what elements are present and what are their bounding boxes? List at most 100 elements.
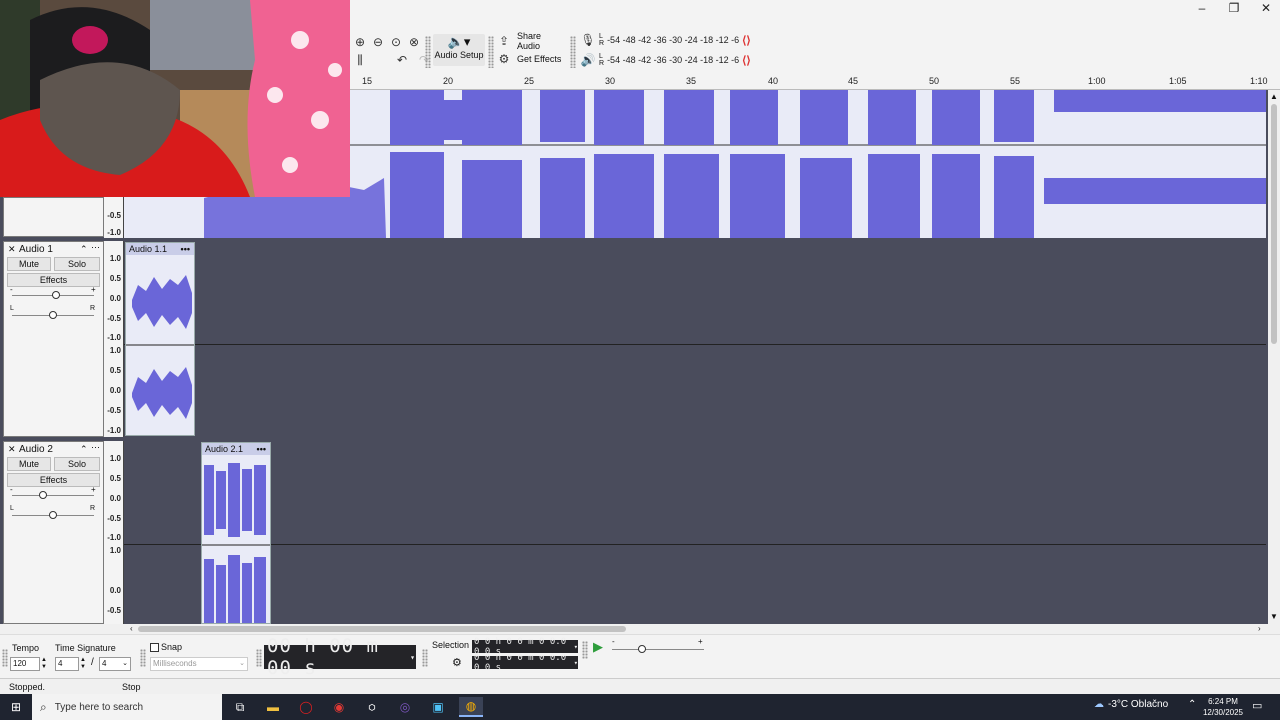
track-close-icon[interactable]: ✕ bbox=[8, 444, 16, 455]
gain-minus: - bbox=[10, 285, 13, 294]
scroll-right-icon[interactable]: › bbox=[1258, 624, 1261, 633]
channel-divider bbox=[124, 344, 1266, 345]
speed-slider-knob[interactable] bbox=[638, 645, 646, 653]
track-panel-audio-2[interactable]: ✕ Audio 2 ⌃ ⋯ Mute Solo Effects - + L R bbox=[3, 441, 104, 624]
weather-widget[interactable]: ☁ -3°C Oblačno bbox=[1094, 699, 1168, 710]
selbar-grip-4[interactable] bbox=[422, 649, 428, 667]
pan-slider-knob[interactable] bbox=[49, 511, 57, 519]
solo-button[interactable]: Solo bbox=[54, 457, 100, 471]
selection-settings-icon[interactable]: ⚙ bbox=[452, 656, 462, 669]
track-menu-icon[interactable]: ⋯ bbox=[91, 442, 100, 453]
play-at-speed-icon[interactable]: ▶ bbox=[593, 639, 603, 655]
toolbar-grip[interactable] bbox=[425, 36, 431, 68]
tempo-input[interactable]: 120 bbox=[10, 657, 40, 671]
partial-track-scale: -0.5 -1.0 bbox=[104, 197, 124, 238]
clip-header[interactable]: Audio 1.1 ••• bbox=[126, 243, 194, 255]
collapse-icon[interactable]: ⌃ bbox=[80, 244, 88, 255]
gain-minus: - bbox=[10, 485, 13, 494]
horizontal-scrollbar[interactable]: ‹ › bbox=[128, 624, 1268, 634]
share-audio-button[interactable]: ⇪ Share Audio bbox=[496, 31, 566, 51]
selbar-grip-3[interactable] bbox=[256, 649, 262, 667]
selection-end[interactable]: 0 0 h 0 0 m 0 0.0 0 0 s ▾ bbox=[472, 653, 578, 673]
gain-slider-knob[interactable] bbox=[39, 491, 47, 499]
clip-header[interactable]: Audio 2.1 ••• bbox=[202, 443, 270, 455]
pan-slider-knob[interactable] bbox=[49, 311, 57, 319]
audio-setup-button[interactable]: 🔈▾ Audio Setup bbox=[433, 34, 485, 66]
clip-audio-2-1[interactable]: Audio 2.1 ••• bbox=[201, 442, 271, 624]
tempo-stepper-icon[interactable]: ▲ ▼ bbox=[41, 657, 47, 671]
gain-slider-knob[interactable] bbox=[52, 291, 60, 299]
file-explorer-icon[interactable]: ▬ bbox=[261, 697, 285, 717]
snap-unit-select[interactable]: Milliseconds ⌄ bbox=[150, 657, 248, 671]
time-sig-stepper-icon[interactable]: ▲ ▼ bbox=[80, 657, 86, 671]
notification-icon[interactable]: ▭ bbox=[1252, 699, 1262, 712]
track-name[interactable]: Audio 2 bbox=[19, 444, 53, 455]
fit-project-icon[interactable]: ⊗ bbox=[406, 34, 422, 50]
search-placeholder: Type here to search bbox=[54, 701, 144, 713]
clip-name: Audio 2.1 bbox=[205, 444, 244, 454]
snap-unit-value: Milliseconds bbox=[153, 659, 197, 668]
clock-time: 6:24 PM bbox=[1208, 697, 1238, 706]
effects-button[interactable]: Effects bbox=[7, 273, 100, 287]
selbar-grip[interactable] bbox=[2, 649, 8, 667]
record-meter[interactable]: 🎙 L R -54 -48 -42 -36 -30 -24 -18 -12 -6… bbox=[580, 32, 760, 48]
trim-icon[interactable]: ⫼ bbox=[352, 52, 368, 68]
track-name[interactable]: Audio 1 bbox=[19, 244, 53, 255]
pan-right-label: R bbox=[90, 505, 96, 512]
get-effects-label: Get Effects bbox=[517, 53, 562, 64]
selection-start[interactable]: 0 0 h 0 0 m 0 0.0 0 0 s ▾ bbox=[472, 637, 578, 657]
zoom-in-icon[interactable]: ⊕ bbox=[352, 34, 368, 50]
clip-audio-1-1[interactable]: Audio 1.1 ••• bbox=[125, 242, 195, 436]
audacity-icon[interactable]: ◍ bbox=[459, 697, 483, 717]
time-sig-denominator[interactable]: 4 ⌄ bbox=[99, 657, 131, 671]
fit-selection-icon[interactable]: ⊙ bbox=[388, 34, 404, 50]
scale-label: -0.5 bbox=[107, 606, 121, 615]
browser-icon[interactable]: ◉ bbox=[327, 697, 351, 717]
selbar-grip-5[interactable] bbox=[582, 641, 588, 659]
horizontal-scroll-thumb[interactable] bbox=[138, 626, 626, 632]
speed-slider-track bbox=[612, 649, 704, 650]
obs-icon[interactable]: ◎ bbox=[393, 697, 417, 717]
effects-button[interactable]: Effects bbox=[7, 473, 100, 487]
effects-label: Effects bbox=[39, 475, 68, 485]
app-window-icon[interactable]: ▣ bbox=[426, 697, 450, 717]
epic-games-icon[interactable]: ⬡ bbox=[360, 697, 384, 717]
tray-expand-icon[interactable]: ⌃ bbox=[1188, 699, 1196, 710]
windows-start-icon[interactable]: ⊞ bbox=[4, 697, 28, 717]
track-close-icon[interactable]: ✕ bbox=[8, 244, 16, 255]
scale-label: -1.0 bbox=[107, 426, 121, 435]
mute-button[interactable]: Mute bbox=[7, 457, 51, 471]
playback-meter[interactable]: 🔊 L R -54 -48 -42 -36 -30 -24 -18 -12 -6… bbox=[580, 52, 760, 68]
track-panel-audio-1[interactable]: ✕ Audio 1 ⌃ ⋯ Mute Solo Effects - + L R bbox=[3, 241, 104, 437]
scroll-left-icon[interactable]: ‹ bbox=[130, 624, 133, 633]
vertical-scroll-thumb[interactable] bbox=[1271, 104, 1277, 344]
toolbar-grip-3[interactable] bbox=[570, 36, 576, 68]
clip-menu-icon[interactable]: ••• bbox=[181, 243, 190, 255]
undo-icon[interactable]: ↶ bbox=[394, 52, 410, 68]
toolbar-grip-2[interactable] bbox=[488, 36, 494, 68]
mute-button[interactable]: Mute bbox=[7, 257, 51, 271]
timeline-ruler[interactable]: 15 20 25 30 35 40 45 50 55 1:00 1:05 1:1… bbox=[350, 72, 1280, 90]
time-sig-numerator[interactable]: 4 bbox=[55, 657, 79, 671]
get-effects-button[interactable]: ⚙ Get Effects bbox=[496, 51, 566, 66]
collapse-icon[interactable]: ⌃ bbox=[80, 444, 88, 455]
snap-checkbox[interactable] bbox=[150, 643, 159, 652]
chevron-down-icon: ▾ bbox=[410, 652, 416, 662]
taskbar-clock[interactable]: 6:24 PM 12/30/2025 bbox=[1200, 696, 1246, 718]
taskbar-search[interactable]: ⌕ Type here to search bbox=[32, 694, 222, 720]
selbar-grip-2[interactable] bbox=[140, 649, 146, 667]
track-menu-icon[interactable]: ⋯ bbox=[91, 242, 100, 253]
minimize-icon[interactable]: – bbox=[1186, 0, 1218, 16]
time-display[interactable]: 00 h 00 m 00 s ▾ bbox=[264, 635, 416, 679]
vertical-scrollbar[interactable]: ▲ ▼ bbox=[1268, 90, 1280, 624]
scroll-up-icon[interactable]: ▲ bbox=[1270, 92, 1278, 101]
restore-icon[interactable]: ❐ bbox=[1218, 0, 1250, 16]
scroll-down-icon[interactable]: ▼ bbox=[1270, 612, 1278, 621]
clip-menu-icon[interactable]: ••• bbox=[257, 443, 266, 455]
zoom-out-icon[interactable]: ⊖ bbox=[370, 34, 386, 50]
task-view-icon[interactable]: ⧉ bbox=[228, 697, 252, 717]
solo-button[interactable]: Solo bbox=[54, 257, 100, 271]
opera-icon[interactable]: ◯ bbox=[294, 697, 318, 717]
pan-right-label: R bbox=[90, 305, 96, 312]
close-icon[interactable]: ✕ bbox=[1250, 0, 1280, 16]
